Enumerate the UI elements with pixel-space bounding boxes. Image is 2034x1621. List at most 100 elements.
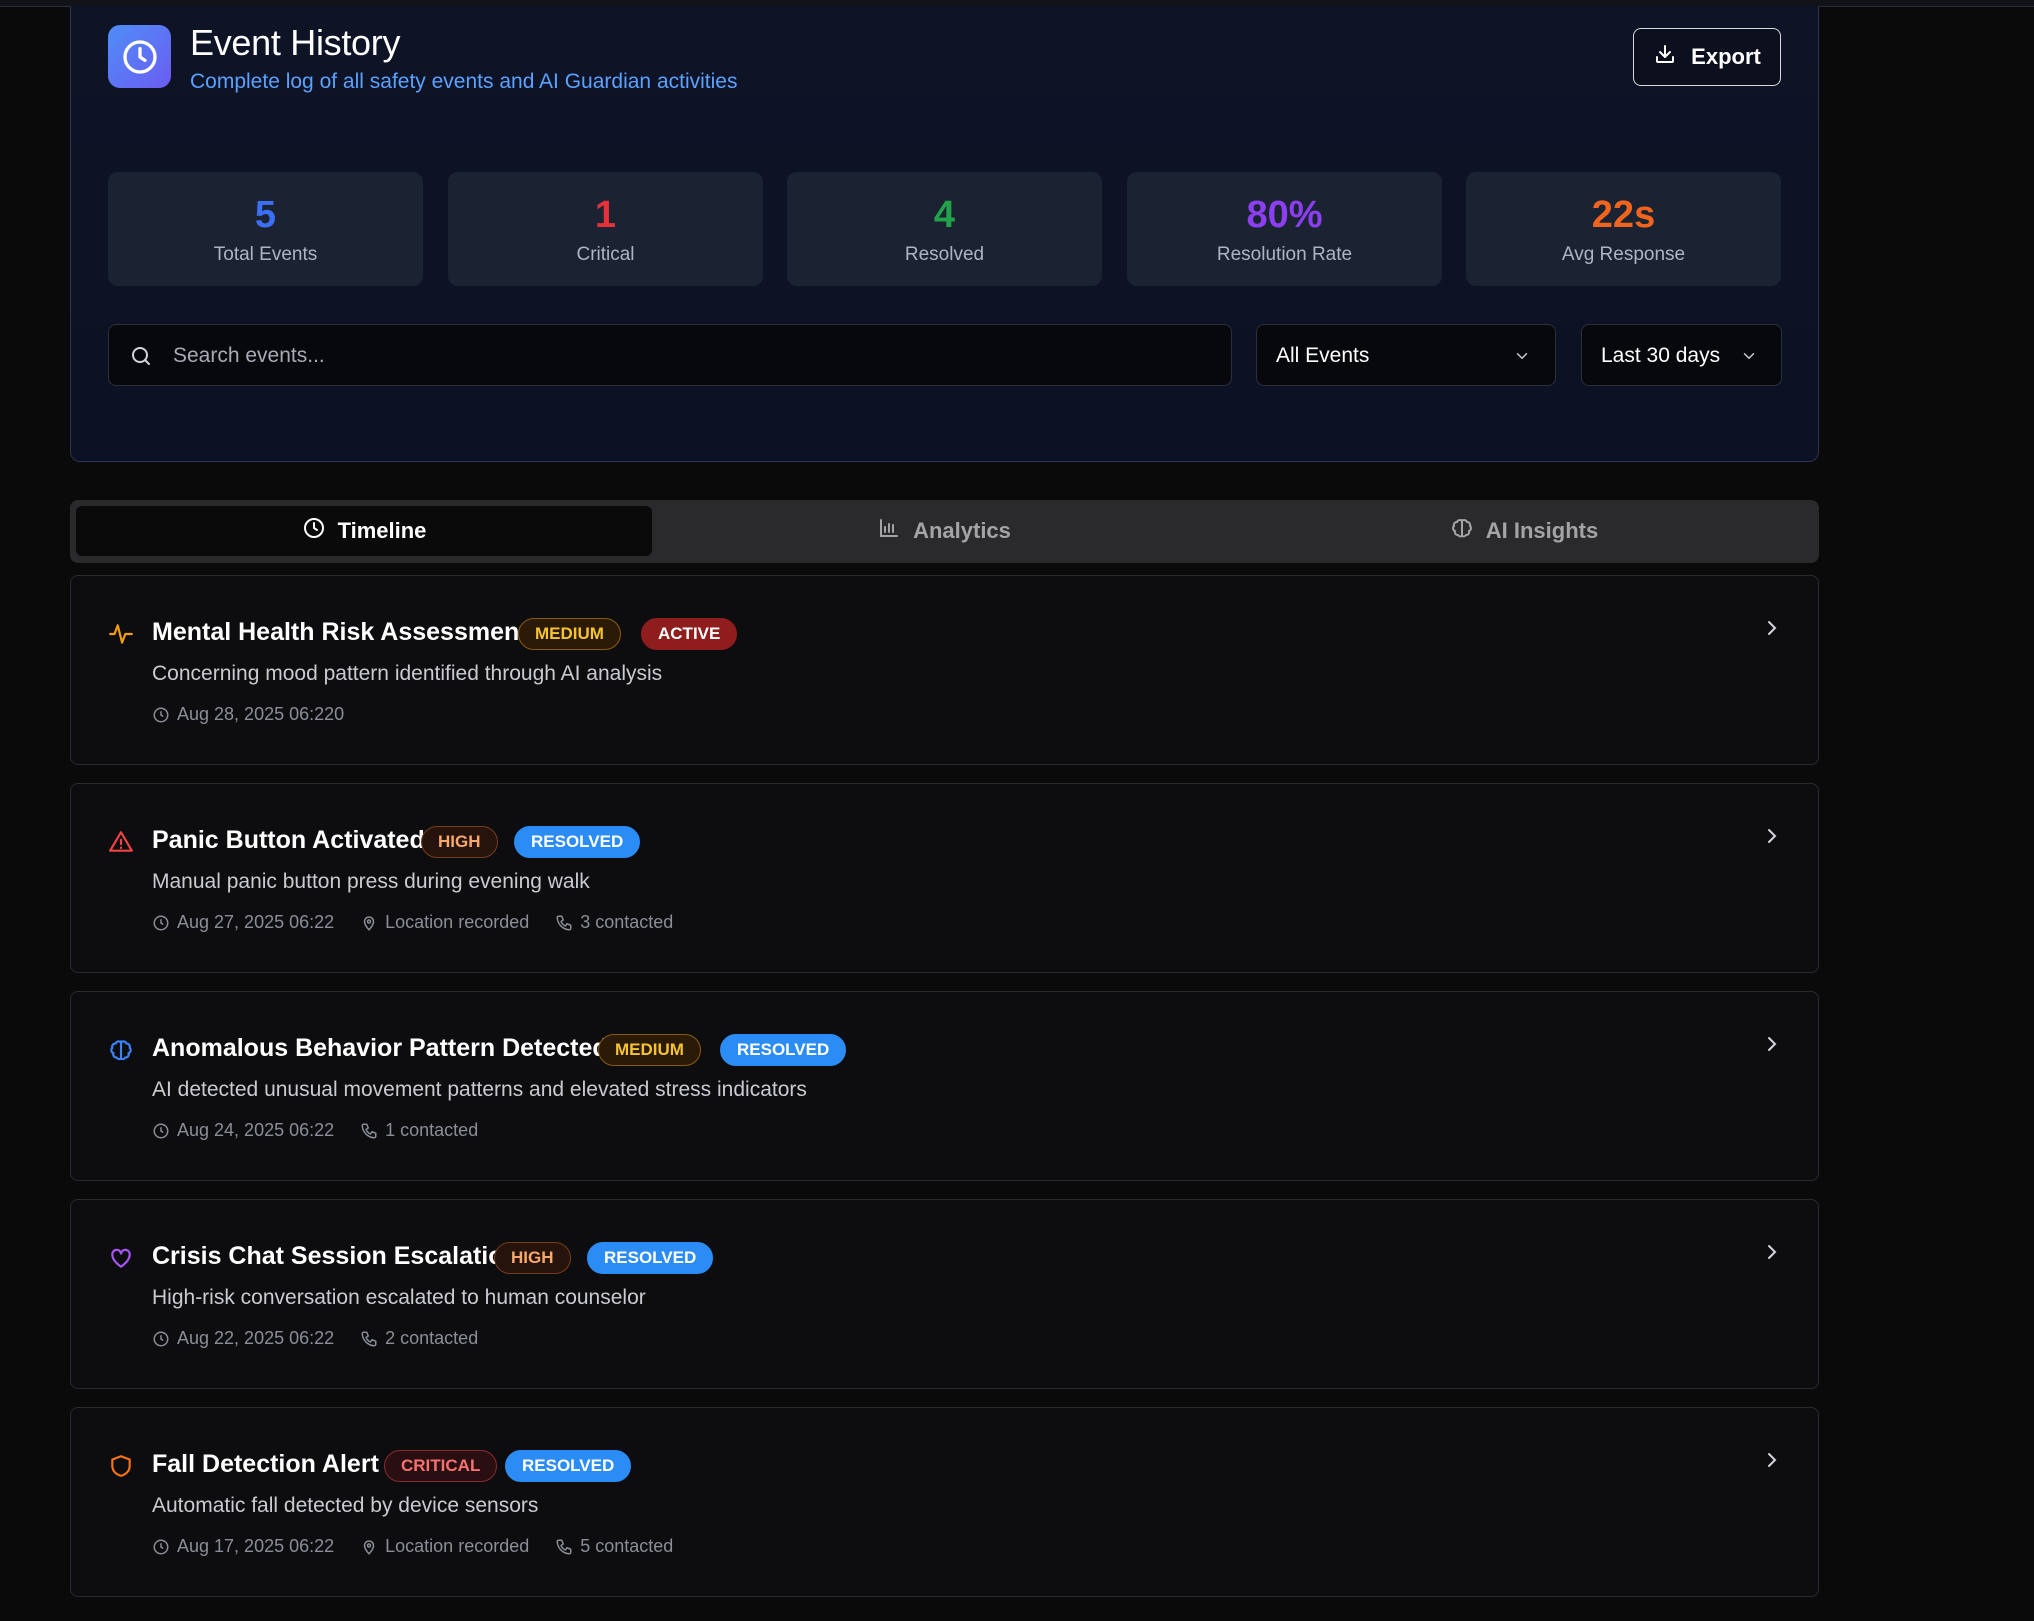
shield-icon <box>108 1453 134 1479</box>
event-location: Location recorded <box>360 912 529 933</box>
event-contacted: 2 contacted <box>360 1328 478 1349</box>
tab-ai-insights[interactable]: AI Insights <box>1236 506 1812 556</box>
phone-icon <box>556 1539 572 1554</box>
event-contacted-text: 3 contacted <box>580 912 674 932</box>
stat-value: 80% <box>1246 194 1323 236</box>
chevron-down-icon <box>1513 347 1531 371</box>
event-contacted-text: 5 contacted <box>580 1536 674 1556</box>
event-meta: Aug 22, 2025 06:22 2 contacted <box>152 1328 478 1349</box>
event-card[interactable]: Anomalous Behavior Pattern Detected MEDI… <box>70 991 1819 1181</box>
stat-resolution-rate: 80% Resolution Rate <box>1127 172 1442 286</box>
tab-analytics[interactable]: Analytics <box>656 506 1232 556</box>
export-button[interactable]: Export <box>1633 28 1781 86</box>
page-subtitle: Complete log of all safety events and AI… <box>190 70 738 93</box>
event-title: Crisis Chat Session Escalation <box>152 1242 519 1270</box>
event-description: Concerning mood pattern identified throu… <box>152 662 663 685</box>
severity-badge: CRITICAL <box>384 1450 498 1482</box>
stat-value: 1 <box>594 194 617 236</box>
alert-triangle-icon <box>108 829 134 855</box>
event-date-text: Aug 17, 2025 06:22 <box>177 1536 335 1556</box>
phone-icon <box>361 1123 377 1138</box>
clock-icon <box>153 707 169 722</box>
event-contacted-text: 2 contacted <box>385 1328 479 1348</box>
download-icon <box>1653 42 1677 72</box>
chevron-right-icon[interactable] <box>1760 616 1784 645</box>
stat-label: Resolution Rate <box>1216 244 1353 265</box>
stat-value: 22s <box>1591 194 1656 236</box>
event-description: AI detected unusual movement patterns an… <box>152 1078 807 1101</box>
event-date-text: Aug 28, 2025 06:220 <box>177 704 345 724</box>
event-meta: Aug 28, 2025 06:220 <box>152 704 344 725</box>
event-contacted-text: 1 contacted <box>385 1120 479 1140</box>
event-contacted: 1 contacted <box>360 1120 478 1141</box>
event-card[interactable]: Fall Detection Alert CRITICAL RESOLVED A… <box>70 1407 1819 1597</box>
clock-icon <box>153 1539 169 1554</box>
stat-avg-response: 22s Avg Response <box>1466 172 1781 286</box>
stat-label: Total Events <box>213 244 318 265</box>
status-badge: RESOLVED <box>587 1242 714 1274</box>
severity-badge: HIGH <box>421 826 498 858</box>
stat-value: 5 <box>254 194 277 236</box>
event-date: Aug 24, 2025 06:22 <box>152 1120 334 1141</box>
page-title: Event History <box>190 22 401 63</box>
severity-badge: MEDIUM <box>518 618 621 650</box>
event-meta: Aug 24, 2025 06:22 1 contacted <box>152 1120 478 1141</box>
event-contacted: 3 contacted <box>555 912 673 933</box>
status-badge: ACTIVE <box>641 618 738 650</box>
tab-label: Analytics <box>913 518 1011 543</box>
event-date: Aug 17, 2025 06:22 <box>152 1536 334 1557</box>
search-box <box>108 324 1232 386</box>
chevron-down-icon <box>1740 347 1758 371</box>
stat-label: Critical <box>576 244 635 265</box>
event-date: Aug 28, 2025 06:220 <box>152 704 344 725</box>
chevron-right-icon[interactable] <box>1760 1448 1784 1477</box>
view-tabs: Timeline Analytics AI Insights <box>70 500 1819 563</box>
stat-label: Resolved <box>904 244 985 265</box>
map-pin-icon <box>363 915 375 931</box>
clock-icon <box>153 1331 169 1346</box>
clock-icon <box>153 915 169 930</box>
chevron-right-icon[interactable] <box>1760 824 1784 853</box>
date-range-select[interactable]: Last 30 days <box>1581 324 1782 386</box>
clock-icon <box>153 1123 169 1138</box>
event-type-value: All Events <box>1276 344 1370 367</box>
event-location-text: Location recorded <box>385 1536 530 1556</box>
event-date: Aug 22, 2025 06:22 <box>152 1328 334 1349</box>
event-meta: Aug 17, 2025 06:22 Location recorded 5 c… <box>152 1536 673 1557</box>
event-date-text: Aug 22, 2025 06:22 <box>177 1328 335 1348</box>
activity-icon <box>108 621 134 647</box>
tab-timeline[interactable]: Timeline <box>76 506 652 556</box>
bar-chart-icon <box>877 516 901 546</box>
search-input[interactable] <box>171 337 1215 375</box>
phone-icon <box>361 1331 377 1346</box>
event-date-text: Aug 27, 2025 06:22 <box>177 912 335 932</box>
phone-icon <box>556 915 572 930</box>
event-title: Anomalous Behavior Pattern Detected <box>152 1034 608 1062</box>
event-description: Manual panic button press during evening… <box>152 870 590 893</box>
severity-badge: MEDIUM <box>598 1034 701 1066</box>
stat-critical: 1 Critical <box>448 172 763 286</box>
event-card[interactable]: Mental Health Risk Assessment MEDIUM ACT… <box>70 575 1819 765</box>
stat-resolved: 4 Resolved <box>787 172 1102 286</box>
chevron-right-icon[interactable] <box>1760 1032 1784 1061</box>
date-range-value: Last 30 days <box>1601 344 1721 367</box>
brain-icon <box>108 1037 134 1063</box>
event-card[interactable]: Crisis Chat Session Escalation HIGH RESO… <box>70 1199 1819 1389</box>
event-title: Mental Health Risk Assessment <box>152 618 528 646</box>
severity-badge: HIGH <box>494 1242 571 1274</box>
clock-icon <box>302 516 326 546</box>
stat-total-events: 5 Total Events <box>108 172 423 286</box>
event-description: Automatic fall detected by device sensor… <box>152 1494 539 1517</box>
event-contacted: 5 contacted <box>555 1536 673 1557</box>
event-card[interactable]: Panic Button Activated HIGH RESOLVED Man… <box>70 783 1819 973</box>
status-badge: RESOLVED <box>514 826 641 858</box>
event-title: Panic Button Activated <box>152 826 425 854</box>
event-history-header-card: Event History Complete log of all safety… <box>70 6 1819 462</box>
event-type-select[interactable]: All Events <box>1256 324 1556 386</box>
event-date: Aug 27, 2025 06:22 <box>152 912 334 933</box>
chevron-right-icon[interactable] <box>1760 1240 1784 1269</box>
map-pin-icon <box>363 1539 375 1555</box>
heart-icon <box>108 1245 134 1271</box>
event-location: Location recorded <box>360 1536 529 1557</box>
clock-icon <box>108 25 171 88</box>
